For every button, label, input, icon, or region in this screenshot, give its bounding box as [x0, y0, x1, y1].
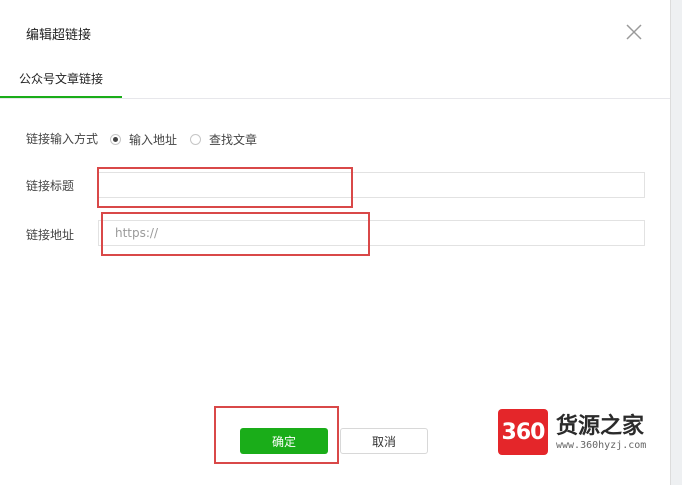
radio-enter-url[interactable]: 输入地址	[110, 131, 177, 148]
radio-find-article-label: 查找文章	[209, 133, 258, 147]
dialog-title: 编辑超链接	[26, 28, 92, 43]
cancel-button[interactable]: 取消	[340, 428, 428, 454]
tab-bar: 公众号文章链接	[0, 60, 670, 99]
input-method-label: 链接输入方式	[26, 132, 99, 146]
watermark-url: www.360hyzj.com	[556, 439, 647, 451]
tab-official-account-article-link[interactable]: 公众号文章链接	[0, 60, 122, 98]
highlight-box-title	[97, 167, 353, 208]
watermark-text: 货源之家 www.360hyzj.com	[556, 414, 646, 451]
highlight-box-url	[101, 212, 370, 256]
close-icon[interactable]	[624, 22, 644, 42]
radio-checked-icon	[110, 134, 121, 145]
watermark-name: 货源之家	[556, 413, 645, 439]
radio-enter-url-label: 输入地址	[129, 133, 178, 147]
radio-find-article[interactable]: 查找文章	[190, 131, 257, 148]
site-watermark: 360 货源之家 www.360hyzj.com	[498, 404, 678, 460]
radio-unchecked-icon	[190, 134, 201, 145]
link-url-label: 链接地址	[26, 228, 75, 242]
watermark-logo: 360	[498, 409, 548, 455]
highlight-box-confirm	[214, 406, 339, 464]
link-title-label: 链接标题	[26, 179, 75, 193]
